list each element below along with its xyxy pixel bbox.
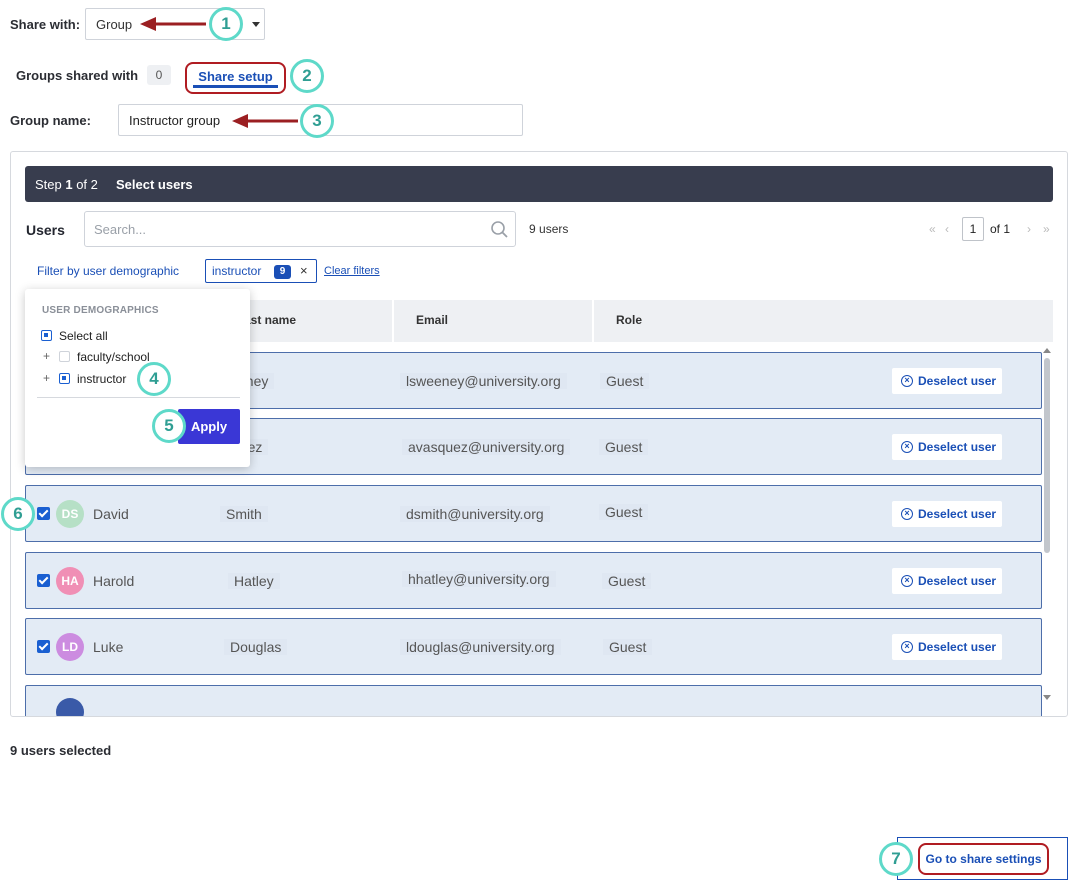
annotation-arrows xyxy=(140,17,298,128)
annotation-marker-6: 6 xyxy=(1,497,35,531)
annotation-marker-5: 5 xyxy=(152,409,186,443)
annotation-marker-2: 2 xyxy=(290,59,324,93)
annotation-marker-4: 4 xyxy=(137,362,171,396)
annotation-marker-1: 1 xyxy=(209,7,243,41)
annotation-marker-3: 3 xyxy=(300,104,334,138)
annotation-marker-7: 7 xyxy=(879,842,913,876)
